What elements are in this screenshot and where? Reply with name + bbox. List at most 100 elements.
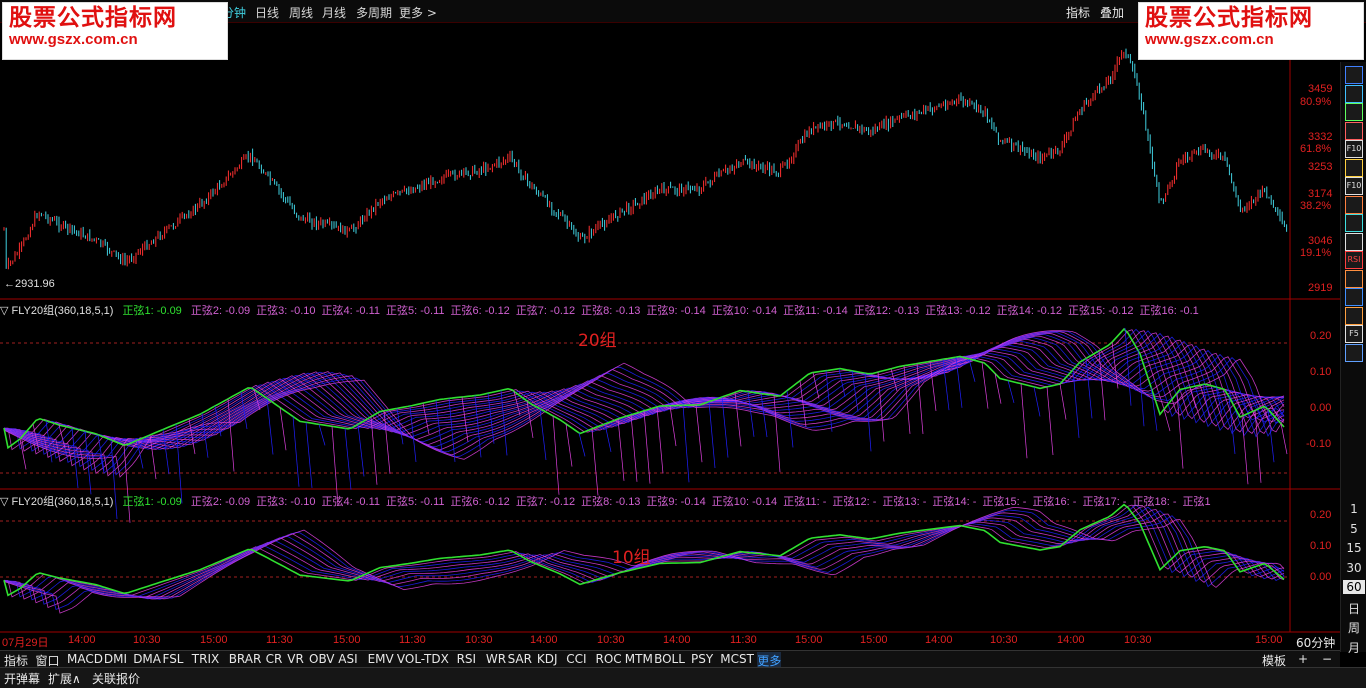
- indicator-tab[interactable]: KDJ: [537, 652, 558, 666]
- indicator1-name[interactable]: ▽ FLY20组(360,18,5,1): [0, 305, 113, 317]
- period-日[interactable]: 日: [1343, 600, 1365, 617]
- move-icon[interactable]: [1345, 288, 1363, 306]
- period-5[interactable]: 5: [1343, 522, 1365, 536]
- sine-spike: [1124, 327, 1132, 406]
- indicator-value: 正弦3: -0.10: [256, 496, 316, 508]
- indicator-tab[interactable]: TRIX: [192, 652, 219, 666]
- sine-spike: [1241, 416, 1249, 485]
- lock-icon[interactable]: [1345, 232, 1363, 251]
- indicator-tab[interactable]: OBV: [309, 652, 335, 666]
- sine-spike: [1007, 380, 1015, 404]
- F5-icon[interactable]: F5: [1345, 325, 1363, 343]
- chart-icon[interactable]: [1345, 103, 1363, 121]
- period-月[interactable]: 月: [1343, 639, 1365, 656]
- doc-icon[interactable]: [1345, 158, 1363, 177]
- indicator-tab[interactable]: EMV: [368, 652, 394, 666]
- period-15[interactable]: 15: [1343, 541, 1365, 555]
- indicator-value: 正弦10: -0.14: [711, 496, 778, 508]
- indicator-tab[interactable]: FSL: [163, 652, 184, 666]
- refresh-icon[interactable]: [1345, 214, 1363, 232]
- sine-spike: [825, 370, 833, 432]
- book-icon[interactable]: [1345, 343, 1363, 362]
- list-icon[interactable]: [1345, 66, 1363, 84]
- indicator-value: 正弦7: -0.12: [515, 496, 576, 508]
- indicator-tab[interactable]: ASI: [338, 652, 357, 666]
- indicator-value: 正弦13: -: [882, 496, 927, 508]
- indicator-tab[interactable]: CCI: [566, 652, 586, 666]
- time-tick: 10:30: [133, 634, 161, 646]
- sine-spike: [968, 358, 976, 382]
- indicator-value: 正弦4: -0.11: [321, 305, 381, 317]
- grid-icon[interactable]: [1345, 84, 1363, 103]
- indicator-tab[interactable]: MCST: [720, 652, 754, 666]
- sine-spike: [799, 380, 807, 427]
- time-axis: 07月29日 14:00 10:30 15:00 11:30 15:00 11:30 10:3…: [0, 633, 1290, 649]
- ind2-tick: 0.10: [1310, 540, 1332, 552]
- time-tick: 11:30: [730, 634, 757, 646]
- period-周[interactable]: 周: [1343, 619, 1365, 636]
- remove-button[interactable]: −: [1322, 652, 1332, 666]
- indicator-tab[interactable]: VR: [287, 652, 304, 666]
- sine-spike: [71, 428, 79, 489]
- price-tick: 3046: [1308, 235, 1333, 247]
- sine-spike: [318, 424, 326, 446]
- indicator-value: 正弦4: -0.11: [321, 496, 381, 508]
- period-60[interactable]: 60: [1343, 580, 1365, 594]
- sine-spike: [630, 414, 638, 482]
- indicator-value: 正弦8: -0.13: [581, 496, 641, 508]
- indicator-value: 正弦9: -0.14: [646, 496, 706, 508]
- time-tick: 15:00: [200, 634, 228, 646]
- indicator-tab[interactable]: MTM: [625, 652, 653, 666]
- right-toolbar: F10 F10 RSI F5 1 5 15 30 60 日周月: [1340, 62, 1366, 655]
- period-1[interactable]: 1: [1343, 502, 1365, 516]
- ind1-tick: 0.00: [1310, 402, 1332, 414]
- indicator-tab[interactable]: SAR: [508, 652, 532, 666]
- indicator2-name[interactable]: ▽ FLY20组(360,18,5,1): [0, 496, 113, 508]
- indicator-value: 正弦2: -0.09: [190, 496, 251, 508]
- indicator-tab[interactable]: DMA: [133, 652, 161, 666]
- pencil-icon[interactable]: [1345, 306, 1363, 325]
- indicator-value: 正弦5: -0.11: [386, 305, 445, 317]
- sine-spike: [708, 401, 716, 469]
- danmaku-button[interactable]: 开弹幕: [4, 670, 40, 687]
- indicator-tab[interactable]: VOL-TDX: [397, 652, 449, 666]
- indicator-tab[interactable]: BRAR: [229, 652, 262, 666]
- F10-icon[interactable]: F10: [1345, 177, 1363, 195]
- indicator-tab[interactable]: RSI: [457, 652, 477, 666]
- indicator-tab[interactable]: MACD: [67, 652, 103, 666]
- expand-button[interactable]: 扩展∧: [48, 670, 81, 687]
- sine-curve: [3, 335, 1285, 471]
- sine-spike: [682, 405, 690, 483]
- bar-icon[interactable]: [1345, 121, 1363, 140]
- RSI-icon[interactable]: RSI: [1345, 251, 1363, 269]
- F10-icon[interactable]: F10: [1345, 140, 1363, 158]
- price-tick: 2919: [1308, 282, 1333, 294]
- chart-canvas[interactable]: [0, 0, 1340, 650]
- indicator-tab[interactable]: DMI: [104, 652, 127, 666]
- calc-icon[interactable]: [1345, 195, 1363, 214]
- indicator-tab[interactable]: ROC: [596, 652, 622, 666]
- indicator-tab[interactable]: WR: [486, 652, 506, 666]
- sine-curve: [3, 331, 1285, 474]
- s-icon[interactable]: [1345, 269, 1363, 288]
- indicator-tab[interactable]: PSY: [691, 652, 713, 666]
- sine-spike: [396, 408, 404, 445]
- sine-spike: [1280, 423, 1288, 455]
- add-button[interactable]: +: [1298, 652, 1308, 666]
- pct-tick: 80.9%: [1300, 96, 1332, 108]
- low-price-label: ←2931.96: [4, 278, 55, 290]
- sine-spike: [617, 418, 625, 481]
- indicator-tab[interactable]: CR: [266, 652, 283, 666]
- period-30[interactable]: 30: [1343, 561, 1365, 575]
- sine-spike: [1033, 386, 1041, 417]
- indicator-value: 正弦2: -0.09: [190, 305, 251, 317]
- pct-tick: 38.2%: [1300, 200, 1332, 212]
- indicator-tab[interactable]: BOLL: [654, 652, 685, 666]
- indicator-value: 正弦14: -: [932, 496, 977, 508]
- time-tick: 10:30: [990, 634, 1018, 646]
- sine-spike: [565, 423, 573, 467]
- related-quotes-button[interactable]: 关联报价: [92, 670, 140, 687]
- indicator-value: 正弦6: -0.12: [450, 496, 510, 508]
- indicator-value: 正弦11: -0.14: [783, 305, 848, 317]
- indicator-value: 正弦7: -0.12: [515, 305, 576, 317]
